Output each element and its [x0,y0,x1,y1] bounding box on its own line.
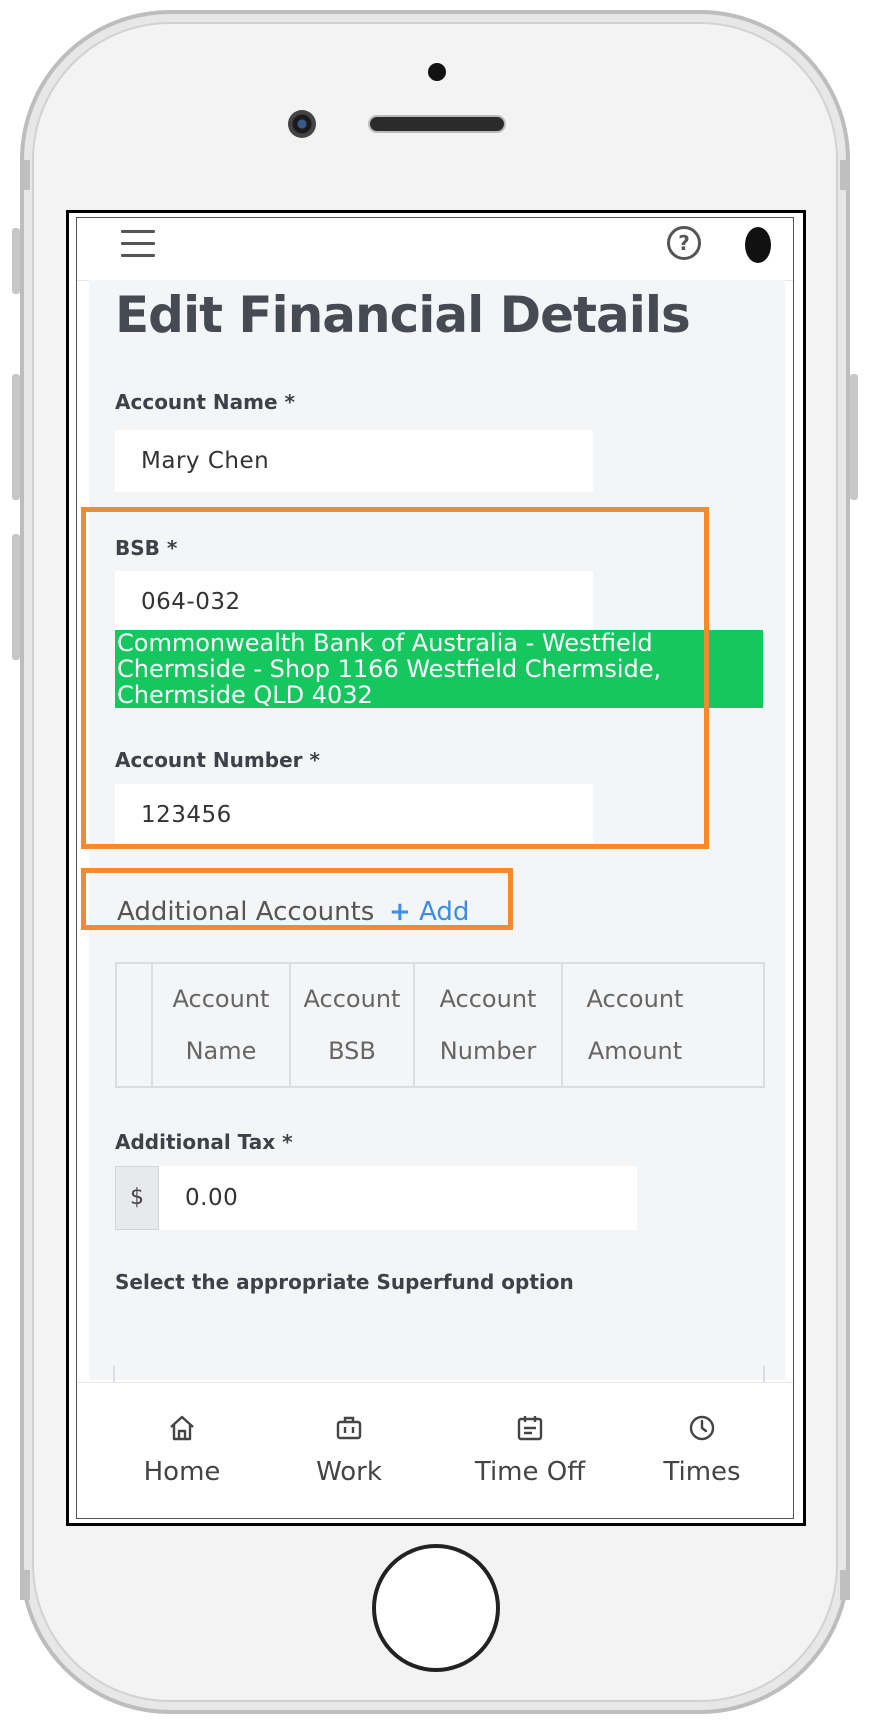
header-line: Account [586,985,684,1013]
tab-label: Times [663,1457,741,1487]
table-header-account-amount: Account Amount [561,964,707,1086]
tab-times[interactable]: Times [627,1383,777,1518]
tab-label: Work [316,1457,382,1487]
header-line: Number [439,1037,537,1065]
header-line: Name [185,1037,257,1065]
calendar-icon [517,1416,543,1441]
mute-switch [12,228,20,294]
hamburger-icon[interactable] [121,230,155,258]
tab-home[interactable]: Home [107,1383,257,1518]
table-header-account-name: Account Name [151,964,289,1086]
table-select-column [117,964,151,1086]
account-name-input[interactable]: Mary Chen [115,430,593,492]
table-header-account-number: Account Number [413,964,561,1086]
additional-accounts-highlight [81,868,513,930]
table-header-account-bsb: Account BSB [289,964,413,1086]
bottom-tab-bar: Home Work Time Off Times [77,1382,793,1518]
question-circle-icon[interactable]: ? [667,226,701,260]
app-screen: ? Edit Financial Details Account Name * … [76,217,794,1519]
header-line: Account [303,985,401,1013]
antenna-band [840,1570,850,1600]
home-icon [170,1415,194,1441]
additional-tax-input[interactable]: 0.00 [159,1166,637,1230]
superfund-label: Select the appropriate Superfund option [115,1270,574,1294]
antenna-band [20,160,30,190]
proximity-sensor [428,63,446,81]
home-button[interactable] [372,1544,500,1672]
top-bar: ? [77,218,793,281]
header-line: Amount [587,1037,683,1065]
bank-details-highlight [81,507,709,849]
header-line: Account [172,985,270,1013]
header-line: Account [439,985,537,1013]
avatar[interactable] [745,227,771,263]
additional-tax-label: Additional Tax * [115,1130,293,1154]
tab-label: Home [143,1457,221,1487]
account-name-label: Account Name * [115,390,295,414]
volume-up-button [12,374,20,500]
volume-down-button [12,534,20,660]
antenna-band [20,1570,30,1600]
antenna-band [840,160,850,190]
currency-prefix: $ [115,1166,159,1230]
front-camera [288,110,316,138]
tab-work[interactable]: Work [274,1383,424,1518]
header-line: BSB [328,1037,376,1065]
page-title: Edit Financial Details [115,286,691,344]
briefcase-icon [336,1416,362,1440]
tab-time-off[interactable]: Time Off [455,1383,605,1518]
clock-icon [689,1415,715,1441]
earpiece-speaker [368,115,506,133]
power-button [850,374,858,500]
additional-accounts-table: Account Name Account BSB Account Number Acc… [115,962,765,1088]
tab-label: Time Off [474,1457,586,1487]
